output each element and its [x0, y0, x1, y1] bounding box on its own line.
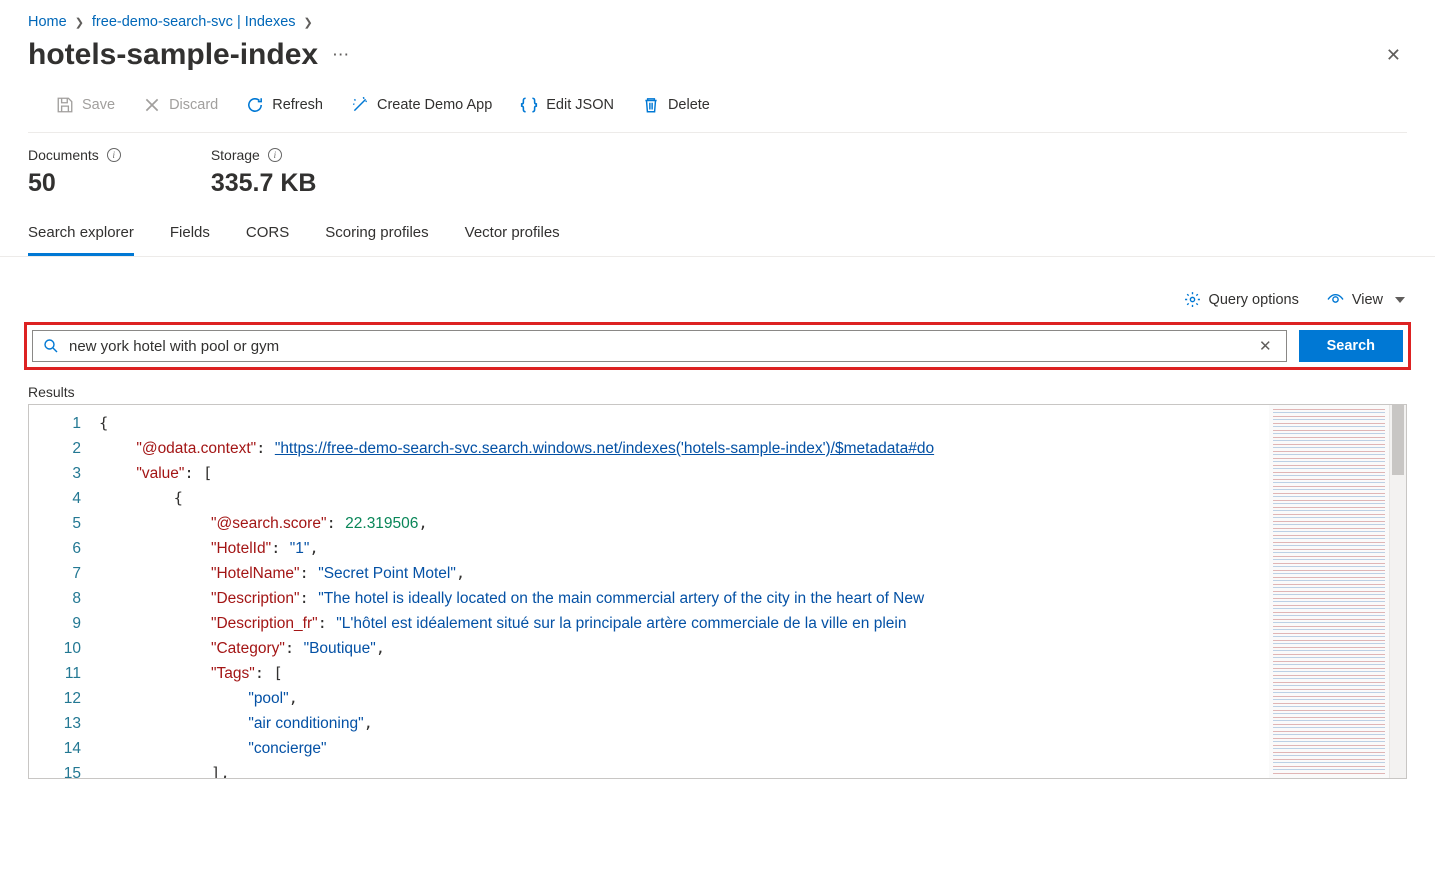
info-icon[interactable]: i — [268, 148, 282, 162]
braces-icon — [520, 96, 538, 114]
tab-scoring-profiles[interactable]: Scoring profiles — [325, 224, 428, 256]
documents-label: Documents — [28, 147, 99, 163]
tab-fields[interactable]: Fields — [170, 224, 210, 256]
clear-search-icon[interactable]: ✕ — [1255, 337, 1276, 355]
x-icon — [143, 96, 161, 114]
delete-button[interactable]: Delete — [642, 96, 710, 114]
results-label: Results — [0, 384, 1435, 404]
view-button[interactable]: View — [1327, 291, 1405, 308]
stats-row: Documents i 50 Storage i 335.7 KB — [0, 147, 1435, 224]
query-options-button[interactable]: Query options — [1184, 291, 1299, 308]
tab-vector-profiles[interactable]: Vector profiles — [465, 224, 560, 256]
scrollbar[interactable] — [1389, 405, 1406, 778]
search-icon — [43, 338, 59, 354]
command-bar: Save Discard Refresh Create Demo App Edi… — [28, 96, 1407, 133]
edit-json-button[interactable]: Edit JSON — [520, 96, 614, 114]
eye-icon — [1327, 291, 1344, 308]
info-icon[interactable]: i — [107, 148, 121, 162]
refresh-icon — [246, 96, 264, 114]
chevron-right-icon: ❯ — [304, 16, 313, 29]
save-icon — [56, 96, 74, 114]
options-row: Query options View — [0, 291, 1435, 322]
search-input[interactable] — [69, 338, 1255, 355]
storage-label: Storage — [211, 147, 260, 163]
documents-stat: Documents i 50 — [28, 147, 121, 198]
chevron-down-icon — [1395, 297, 1405, 303]
chevron-right-icon: ❯ — [75, 16, 84, 29]
breadcrumb-service[interactable]: free-demo-search-svc | Indexes — [92, 14, 296, 30]
close-icon[interactable]: ✕ — [1380, 39, 1407, 72]
page-title: hotels-sample-index — [28, 38, 318, 72]
save-button[interactable]: Save — [56, 96, 115, 114]
storage-stat: Storage i 335.7 KB — [211, 147, 317, 198]
gear-icon — [1184, 291, 1201, 308]
tab-cors[interactable]: CORS — [246, 224, 289, 256]
minimap[interactable] — [1269, 405, 1389, 778]
create-demo-button[interactable]: Create Demo App — [351, 96, 492, 114]
wand-icon — [351, 96, 369, 114]
documents-value: 50 — [28, 169, 121, 198]
more-icon[interactable]: ⋯ — [332, 45, 349, 65]
json-code[interactable]: { "@odata.context": "https://free-demo-s… — [99, 405, 1269, 778]
refresh-button[interactable]: Refresh — [246, 96, 323, 114]
breadcrumb: Home ❯ free-demo-search-svc | Indexes ❯ — [0, 0, 1435, 38]
storage-value: 335.7 KB — [211, 169, 317, 198]
discard-button[interactable]: Discard — [143, 96, 218, 114]
results-editor: 123456789101112131415 { "@odata.context"… — [28, 404, 1407, 779]
breadcrumb-home[interactable]: Home — [28, 14, 67, 30]
tab-search-explorer[interactable]: Search explorer — [28, 224, 134, 256]
search-highlight: ✕ Search — [24, 322, 1411, 370]
search-button[interactable]: Search — [1299, 330, 1403, 362]
line-gutter: 123456789101112131415 — [29, 405, 99, 778]
trash-icon — [642, 96, 660, 114]
search-box: ✕ — [32, 330, 1287, 362]
page-header: hotels-sample-index ⋯ ✕ — [0, 38, 1435, 96]
tab-bar: Search explorer Fields CORS Scoring prof… — [0, 224, 1435, 257]
